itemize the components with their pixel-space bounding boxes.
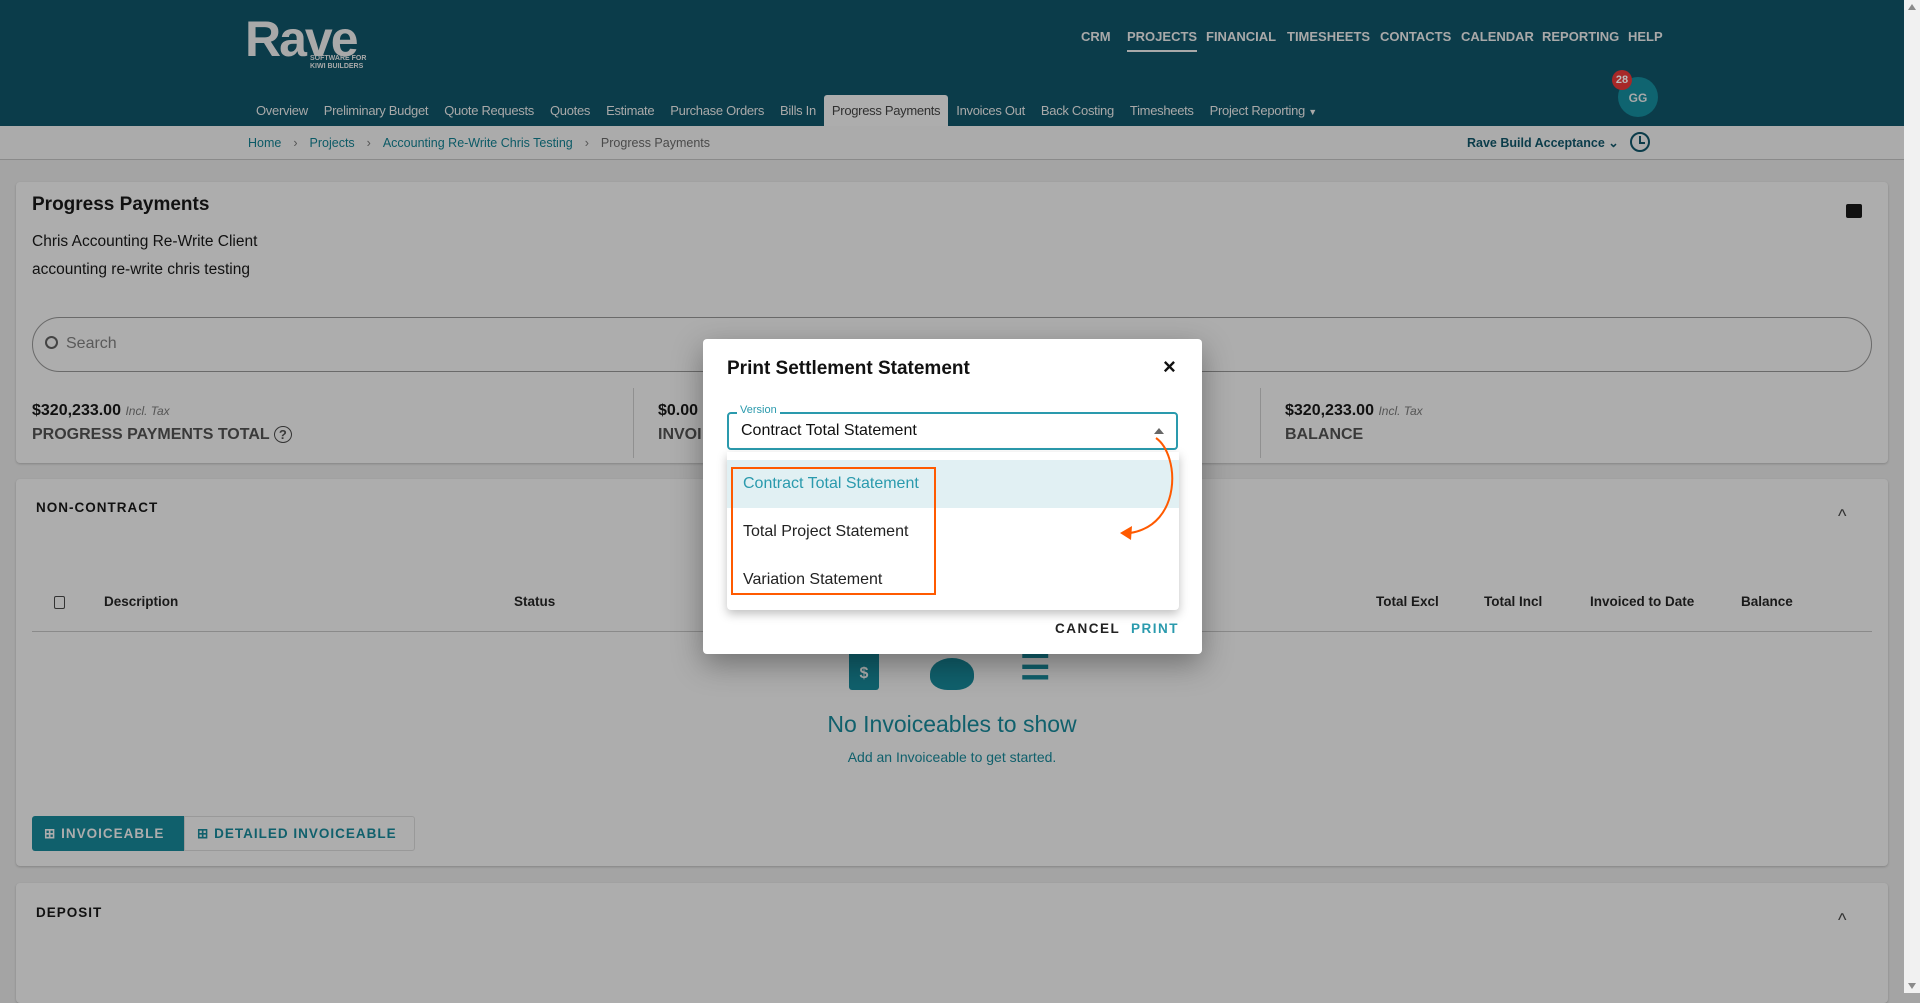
- nav-help[interactable]: HELP: [1628, 29, 1663, 44]
- dialog-title: Print Settlement Statement: [727, 358, 970, 379]
- tab-back-costing[interactable]: Back Costing: [1033, 95, 1122, 126]
- tab-project-reporting[interactable]: Project Reporting ▼: [1202, 95, 1325, 126]
- invoice-icon: $: [849, 650, 879, 690]
- divider: [633, 388, 634, 458]
- nav-contacts[interactable]: CONTACTS: [1380, 29, 1451, 44]
- chevron-down-icon: ⌄: [1608, 136, 1619, 150]
- breadcrumb-project[interactable]: Accounting Re-Write Chris Testing: [383, 136, 573, 150]
- column-total-incl[interactable]: Total Incl: [1484, 594, 1542, 609]
- cancel-button[interactable]: CANCEL: [1055, 621, 1120, 636]
- tab-estimate[interactable]: Estimate: [598, 95, 662, 126]
- client-name: Chris Accounting Re-Write Client: [32, 233, 258, 250]
- caret-down-icon: ▼: [1308, 107, 1317, 117]
- list-icon: ☰: [1020, 649, 1051, 687]
- chevron-right-icon: ›: [293, 136, 298, 150]
- annotation-highlight-box: [731, 467, 936, 595]
- stat-amount: $320,233.00 Incl. Tax: [1285, 402, 1423, 420]
- breadcrumb-current: Progress Payments: [600, 136, 710, 150]
- column-description[interactable]: Description: [104, 594, 178, 609]
- breadcrumb: Home › Projects › Accounting Re-Write Chri…: [248, 136, 710, 150]
- column-balance[interactable]: Balance: [1741, 594, 1793, 609]
- deposit-card: [16, 883, 1888, 1003]
- tab-label: Project Reporting: [1209, 103, 1306, 118]
- nav-timesheets[interactable]: TIMESHEETS: [1287, 29, 1370, 44]
- tax-note: Incl. Tax: [125, 404, 170, 418]
- breadcrumb-home[interactable]: Home: [248, 136, 281, 150]
- nav-reporting[interactable]: REPORTING: [1542, 29, 1619, 44]
- tab-invoices-out[interactable]: Invoices Out: [948, 95, 1033, 126]
- project-tabs: Overview Preliminary Budget Quote Reques…: [248, 95, 1325, 126]
- tab-progress-payments[interactable]: Progress Payments: [823, 95, 949, 126]
- org-name: Rave Build Acceptance: [1467, 136, 1605, 150]
- stat-label: BALANCE: [1285, 426, 1364, 443]
- stat-label: INVOI: [658, 426, 702, 443]
- divider: [1260, 388, 1261, 458]
- nav-crm[interactable]: CRM: [1081, 29, 1111, 44]
- history-clock-icon[interactable]: [1630, 132, 1650, 152]
- scroll-up-arrow[interactable]: [1908, 4, 1916, 10]
- nav-calendar[interactable]: CALENDAR: [1461, 29, 1534, 44]
- stat-amount: $320,233.00 Incl. Tax: [32, 402, 170, 420]
- tax-note: Incl. Tax: [1378, 404, 1423, 418]
- tab-quotes[interactable]: Quotes: [542, 95, 598, 126]
- stat-label: PROGRESS PAYMENTS TOTAL ?: [32, 426, 292, 444]
- page-title: Progress Payments: [32, 194, 210, 215]
- select-all-checkbox[interactable]: [54, 596, 65, 609]
- logo-tagline: SOFTWARE FOR KIWI BUILDERS: [310, 55, 366, 71]
- help-icon[interactable]: ?: [273, 426, 292, 443]
- print-icon[interactable]: [1846, 204, 1862, 218]
- search-placeholder: Search: [66, 335, 117, 352]
- column-invoiced-to-date[interactable]: Invoiced to Date: [1590, 594, 1694, 609]
- button-label: DETAILED INVOICEABLE: [214, 826, 397, 841]
- chevron-right-icon: ›: [584, 136, 589, 150]
- amount: $320,233.00: [1285, 402, 1374, 419]
- section-title: DEPOSIT: [36, 905, 103, 920]
- org-selector[interactable]: Rave Build Acceptance ⌄: [1467, 135, 1619, 150]
- selected-value: Contract Total Statement: [741, 422, 917, 439]
- empty-subtitle: Add an Invoiceable to get started.: [847, 749, 1057, 765]
- add-detailed-invoiceable-button[interactable]: ⊞ DETAILED INVOICEABLE: [184, 816, 415, 851]
- column-status[interactable]: Status: [514, 594, 555, 609]
- section-title: NON-CONTRACT: [36, 500, 159, 515]
- tab-purchase-orders[interactable]: Purchase Orders: [662, 95, 772, 126]
- project-name: accounting re-write chris testing: [32, 261, 250, 278]
- tagline-1: SOFTWARE FOR: [310, 55, 367, 62]
- column-total-excl[interactable]: Total Excl: [1376, 594, 1439, 609]
- breadcrumb-projects[interactable]: Projects: [310, 136, 355, 150]
- close-icon[interactable]: ×: [1163, 354, 1176, 380]
- print-button[interactable]: PRINT: [1131, 621, 1179, 636]
- add-invoiceable-button[interactable]: ⊞ INVOICEABLE: [32, 816, 184, 851]
- chevron-up-icon[interactable]: ^: [1838, 506, 1846, 527]
- amount: $320,233.00: [32, 402, 121, 419]
- chevron-up-icon[interactable]: ^: [1838, 910, 1846, 931]
- search-icon: [45, 336, 58, 349]
- tab-timesheets[interactable]: Timesheets: [1122, 95, 1202, 126]
- plus-box-icon: ⊞: [44, 826, 57, 841]
- scroll-down-arrow[interactable]: [1908, 983, 1916, 989]
- field-label: Version: [737, 404, 780, 416]
- nav-financial[interactable]: FINANCIAL: [1206, 29, 1276, 44]
- annotation-arrow-icon: [1120, 437, 1174, 540]
- label: PROGRESS PAYMENTS TOTAL: [32, 426, 270, 443]
- notification-badge[interactable]: 28: [1612, 70, 1632, 90]
- nav-projects[interactable]: PROJECTS: [1127, 29, 1198, 52]
- tab-quote-requests[interactable]: Quote Requests: [436, 95, 542, 126]
- button-label: INVOICEABLE: [61, 826, 165, 841]
- tab-bills-in[interactable]: Bills In: [772, 95, 824, 126]
- tagline-2: KIWI BUILDERS: [310, 63, 364, 70]
- tab-preliminary-budget[interactable]: Preliminary Budget: [316, 95, 436, 126]
- chevron-right-icon: ›: [366, 136, 371, 150]
- stat-amount: $0.00: [658, 402, 699, 419]
- tab-overview[interactable]: Overview: [248, 95, 316, 126]
- plus-box-icon: ⊞: [197, 826, 210, 841]
- empty-title: No Invoiceables to show: [827, 711, 1077, 737]
- piggy-bank-icon: [930, 658, 974, 690]
- scrollbar[interactable]: [1904, 0, 1920, 993]
